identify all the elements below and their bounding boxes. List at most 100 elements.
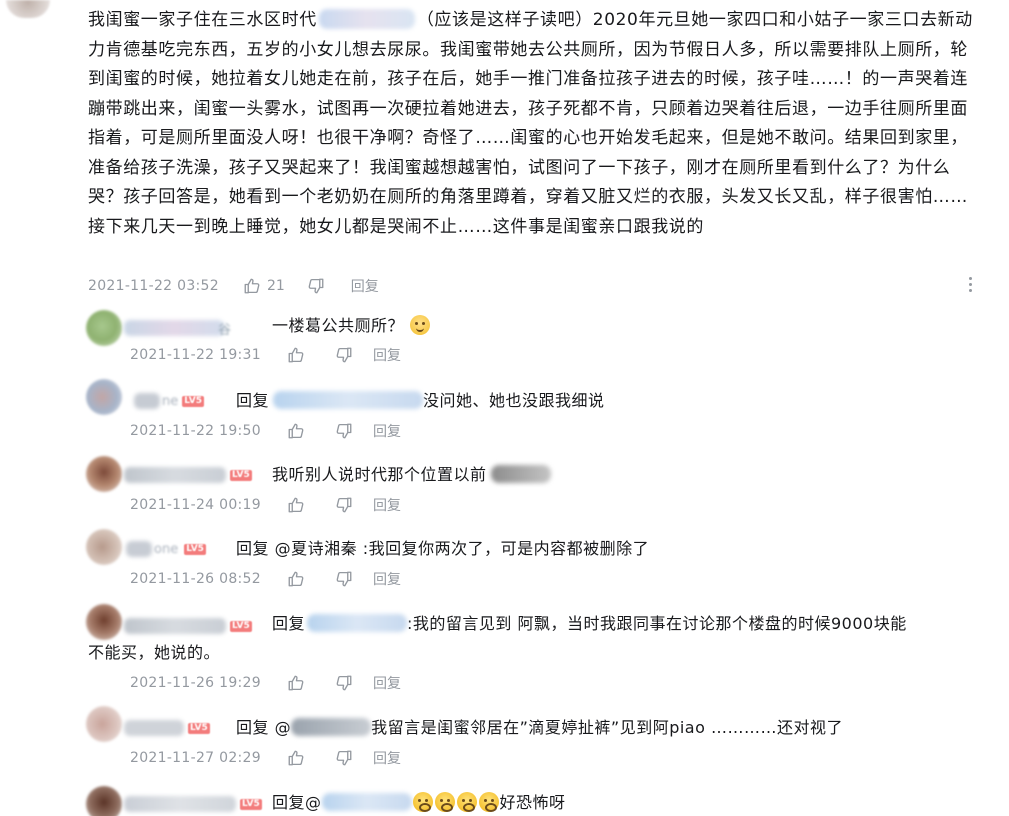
reply-button[interactable]: 回复 [373,569,401,589]
blurred-text [318,9,415,29]
main-comment-meta: 2021-11-22 03:52 21 回复 [88,276,379,296]
dislike-button[interactable] [335,749,353,767]
level-badge: LV5 [230,620,252,632]
reply-button[interactable]: 回复 [373,345,401,365]
thumb-down-icon [336,423,352,439]
like-button[interactable] [287,496,305,514]
level-badge: LV5 [188,722,210,734]
avatar[interactable] [86,786,122,816]
level-badge: LV5 [184,543,206,555]
comment-time: 2021-11-22 19:50 [130,423,261,439]
reply-button[interactable]: 回复 [373,748,401,768]
thumb-down-icon [336,347,352,363]
reply-prefix: 回复 [236,539,270,558]
reply-text-content: 没问她、她也没跟我细说 [423,391,605,410]
reply-text: 我听别人说时代那个位置以前 [272,462,551,488]
more-vertical-icon[interactable] [969,277,973,293]
reply-text-content: 不能买，她说的。 [88,643,221,662]
thumb-up-icon [288,750,304,766]
thumb-up-icon [288,571,304,587]
dislike-button[interactable] [335,496,353,514]
comment-time: 2021-11-27 02:29 [130,750,261,766]
mention-link[interactable]: @夏诗湘秦 [275,539,358,558]
avatar[interactable] [86,379,122,415]
thumb-up-icon [288,675,304,691]
reply-text-content: 我留言是闺蜜邻居在”滴夏婷扯裤”见到阿piao …………还对视了 [371,718,843,737]
reply-text: 回复 没问她、她也没跟我细说 [236,388,605,414]
username-blurred [124,467,226,483]
reply-prefix: 回复 [272,793,306,812]
thumb-down-icon [336,571,352,587]
dislike-button[interactable] [335,422,353,440]
dislike-button[interactable] [335,674,353,692]
reply-prefix: 回复 [236,391,270,410]
username-blurred [124,320,224,336]
mention-link[interactable]: @ [305,793,322,812]
like-button[interactable] [287,674,305,692]
smile-emoji-icon [410,315,431,335]
comment-time: 2021-11-26 19:29 [130,675,261,691]
avatar[interactable] [86,604,122,640]
reply-text: 一楼葛公共厕所？ [272,313,431,339]
username[interactable]: one LV5 [126,539,206,559]
reply-text-content: 好恐怖呀 [499,793,566,812]
avatar[interactable] [86,456,122,492]
reply-text: 回复 @ 我留言是闺蜜邻居在”滴夏婷扯裤”见到阿piao …………还对视了 [236,715,843,741]
blurred-mention [291,718,372,736]
level-badge: LV5 [240,798,262,810]
username[interactable]: LV5 [124,794,262,814]
avatar[interactable] [86,529,122,565]
dislike-button[interactable] [335,346,353,364]
reply-text-content: :我的留言见到 阿飘，当时我跟同事在讨论那个楼盘的时候9000块能 [407,614,907,633]
username-fragment: 谷 [218,322,232,338]
reply-button[interactable]: 回复 [373,495,401,515]
username[interactable]: LV5 [124,718,210,738]
reply-text: 回复 @夏诗湘秦 :我回复你两次了，可是内容都被删除了 [236,536,649,562]
reply-text: 回复 :我的留言见到 阿飘，当时我跟同事在讨论那个楼盘的时候9000块能 [272,611,972,637]
avatar[interactable] [86,310,122,346]
reply-text-line2: 不能买，她说的。 [88,640,220,666]
username-blurred [124,796,236,812]
main-comment-text: 我闺蜜一家子住在三水区时代 （应该是这样子读吧）2020年元旦她一家四口和小姑子一… [88,6,978,242]
username[interactable]: ne LV5 [134,391,204,411]
reply-text-content: 一楼葛公共厕所？ [272,316,405,335]
thumb-down-icon [308,278,324,294]
scared-emoji-icon [478,792,499,812]
mention-link[interactable]: @ [275,718,292,737]
like-button[interactable] [287,346,305,364]
reply-button[interactable]: 回复 [373,673,401,693]
like-button[interactable] [287,570,305,588]
avatar[interactable] [86,706,122,742]
thumb-down-icon [336,497,352,513]
reply-button[interactable]: 回复 [351,276,379,296]
blurred-mention [321,793,412,811]
blurred-mention [307,614,408,632]
username[interactable]: LV5 [124,616,252,636]
reply-meta: 2021-11-27 02:29 回复 [130,748,401,768]
username-fragment: one [154,541,179,557]
reply-meta: 2021-11-24 00:19 回复 [130,495,401,515]
scared-emoji-icon [456,792,477,812]
comment-time: 2021-11-26 08:52 [130,571,261,587]
like-count: 21 [266,278,285,294]
thumb-up-icon [244,278,260,294]
comment-time: 2021-11-22 03:52 [88,278,219,294]
reply-prefix: 回复 [272,614,306,633]
blurred-text [490,465,551,483]
thumb-up-icon [288,423,304,439]
dislike-button[interactable] [335,570,353,588]
avatar[interactable] [6,0,50,18]
like-button[interactable] [287,422,305,440]
username-blurred [124,618,226,634]
username[interactable]: 谷 [124,318,231,338]
reply-meta: 2021-11-22 19:31 回复 [130,345,401,365]
reply-meta: 2021-11-26 08:52 回复 [130,569,401,589]
reply-prefix: 回复 [236,718,270,737]
like-button[interactable]: 21 [243,277,285,295]
reply-button[interactable]: 回复 [373,421,401,441]
main-comment-text-part1: 我闺蜜一家子住在三水区时代 [88,10,317,30]
like-button[interactable] [287,749,305,767]
username[interactable]: LV5 [124,465,252,485]
reply-text: 回复@ 好恐怖呀 [272,790,566,816]
dislike-button[interactable] [307,277,325,295]
